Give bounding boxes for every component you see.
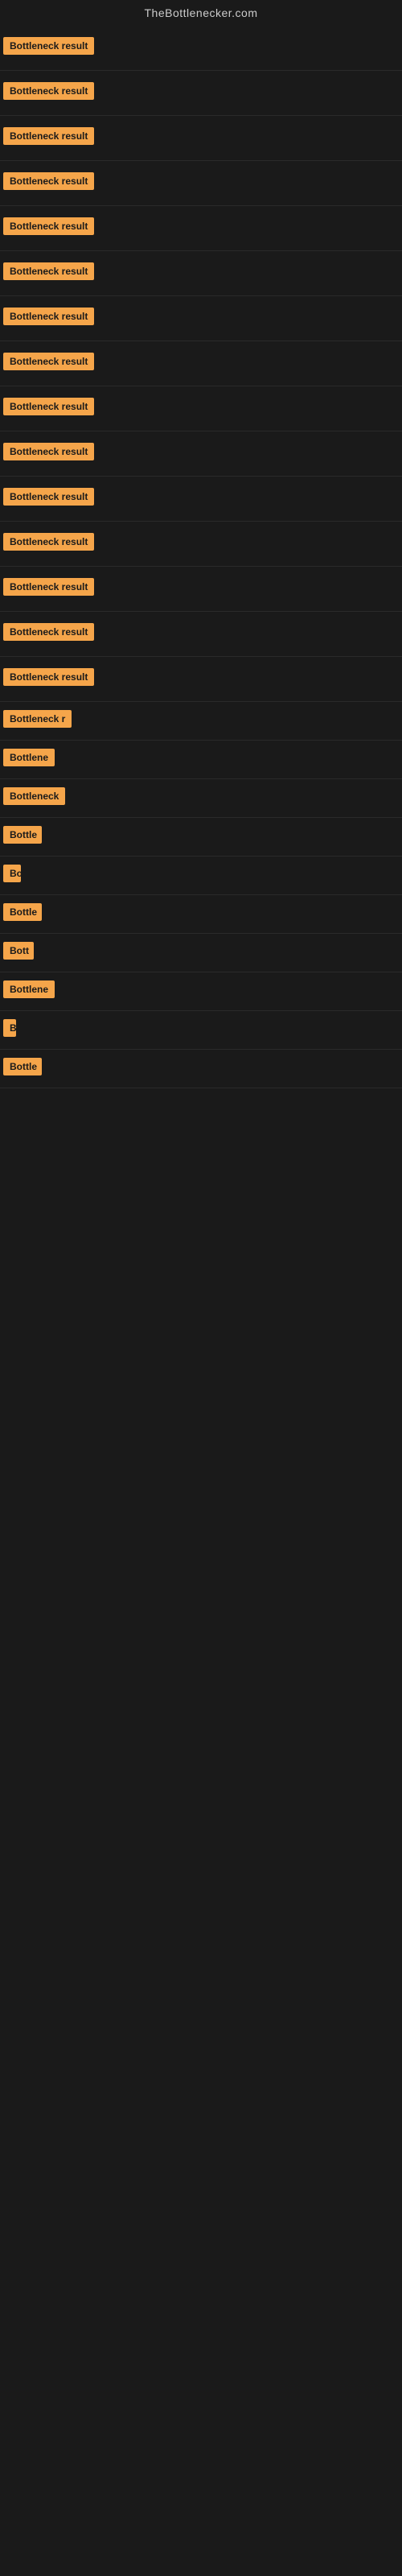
bottleneck-badge[interactable]: Bottlene [3,749,55,766]
bottleneck-badge[interactable]: Bottleneck result [3,217,94,235]
result-row: Bottleneck result [0,71,402,116]
result-row: Bottleneck result [0,477,402,522]
result-row: Bottleneck result [0,612,402,657]
result-row: Bottleneck result [0,251,402,296]
bottleneck-badge[interactable]: Bottleneck result [3,308,94,325]
bottleneck-badge[interactable]: Bottleneck r [3,710,72,728]
bottleneck-badge[interactable]: Bottleneck result [3,172,94,190]
bottleneck-badge[interactable]: Bottleneck result [3,488,94,506]
result-row: Bottle [0,1050,402,1088]
bottleneck-badge[interactable]: Bottleneck result [3,353,94,370]
bottleneck-badge[interactable]: Bottlene [3,980,55,998]
result-row: Bo [0,857,402,895]
bottleneck-badge[interactable]: Bottle [3,1058,42,1075]
bottleneck-badge[interactable]: Bottleneck result [3,37,94,55]
empty-space [0,1088,402,2215]
bottleneck-badge[interactable]: Bottleneck result [3,443,94,460]
result-row: Bottleneck result [0,657,402,702]
bottleneck-badge[interactable]: Bo [3,865,21,882]
bottleneck-badge[interactable]: Bottleneck result [3,578,94,596]
result-row: Bottlene [0,741,402,779]
result-row: Bottleneck result [0,431,402,477]
result-row: Bottleneck r [0,702,402,741]
bottleneck-badge[interactable]: Bottleneck result [3,82,94,100]
result-row: Bottleneck result [0,386,402,431]
bottleneck-badge[interactable]: Bottleneck result [3,262,94,280]
result-row: Bottle [0,895,402,934]
result-row: Bottleneck result [0,522,402,567]
bottleneck-badge[interactable]: Bottleneck result [3,533,94,551]
result-row: Bottleneck [0,779,402,818]
bottleneck-badge[interactable]: Bottleneck result [3,127,94,145]
bottleneck-badge[interactable]: B [3,1019,16,1037]
result-row: Bottleneck result [0,296,402,341]
bottleneck-badge[interactable]: Bottle [3,826,42,844]
result-row: Bottleneck result [0,341,402,386]
site-header: TheBottlenecker.com [0,0,402,26]
result-row: B [0,1011,402,1050]
bottleneck-badge[interactable]: Bottleneck result [3,623,94,641]
result-row: Bottleneck result [0,567,402,612]
bottleneck-badge[interactable]: Bottleneck [3,787,65,805]
result-row: Bottleneck result [0,26,402,71]
result-row: Bottlene [0,972,402,1011]
result-row: Bottleneck result [0,116,402,161]
bottleneck-badge[interactable]: Bott [3,942,34,960]
bottleneck-badge[interactable]: Bottleneck result [3,398,94,415]
result-row: Bott [0,934,402,972]
result-row: Bottle [0,818,402,857]
result-row: Bottleneck result [0,206,402,251]
bottleneck-badge[interactable]: Bottle [3,903,42,921]
site-title: TheBottlenecker.com [0,0,402,26]
results-list: Bottleneck result Bottleneck result Bottle… [0,26,402,1088]
bottleneck-badge[interactable]: Bottleneck result [3,668,94,686]
result-row: Bottleneck result [0,161,402,206]
